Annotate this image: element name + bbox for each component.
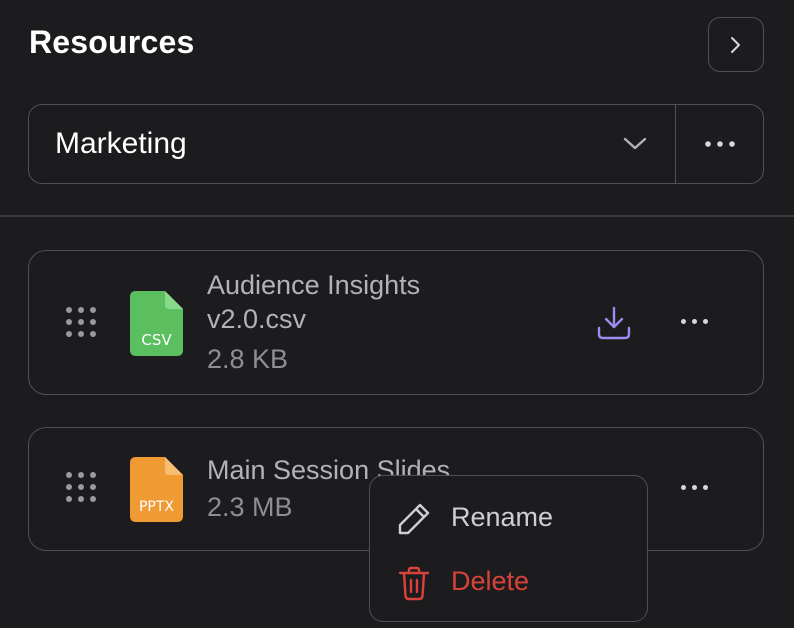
pencil-icon	[398, 503, 430, 535]
file-size: 2.8 KB	[207, 344, 289, 374]
folder-selector: Marketing	[28, 104, 764, 184]
rename-label: Rename	[451, 501, 554, 532]
folder-options-button[interactable]	[675, 105, 763, 183]
resources-panel: Resources Marketing CSV Audience Insight…	[0, 0, 794, 628]
file-type-label: CSV	[141, 331, 172, 349]
file-options-button[interactable]	[681, 485, 708, 490]
folder-dropdown[interactable]: Marketing	[29, 105, 675, 183]
folder-dropdown-value: Marketing	[55, 127, 187, 160]
delete-menu-item[interactable]: Delete	[370, 551, 647, 611]
chevron-right-icon	[731, 36, 740, 53]
drag-handle-icon[interactable]	[66, 472, 96, 502]
drag-handle-icon[interactable]	[66, 307, 96, 337]
file-context-menu: Rename Delete	[369, 475, 648, 622]
file-name: Audience Insights v2.0.csv	[207, 268, 420, 336]
rename-menu-item[interactable]: Rename	[370, 487, 647, 547]
download-icon	[597, 306, 631, 340]
file-size: 2.3 MB	[207, 492, 293, 522]
section-divider	[0, 215, 794, 217]
file-options-button[interactable]	[681, 319, 708, 324]
collapse-panel-button[interactable]	[708, 17, 764, 72]
file-pptx-icon: PPTX	[130, 457, 183, 527]
file-name-line-1: Audience Insights	[207, 270, 421, 300]
file-csv-icon: CSV	[130, 291, 183, 361]
more-horizontal-icon	[704, 141, 735, 147]
file-card[interactable]: CSV Audience Insights v2.0.csv 2.8 KB	[28, 250, 764, 395]
trash-icon	[398, 566, 430, 601]
panel-title: Resources	[29, 24, 195, 60]
chevron-down-icon	[623, 137, 647, 150]
download-button[interactable]	[595, 304, 633, 347]
delete-label: Delete	[451, 565, 530, 596]
file-type-label: PPTX	[139, 499, 174, 515]
file-name-line-2: v2.0.csv	[207, 304, 307, 334]
